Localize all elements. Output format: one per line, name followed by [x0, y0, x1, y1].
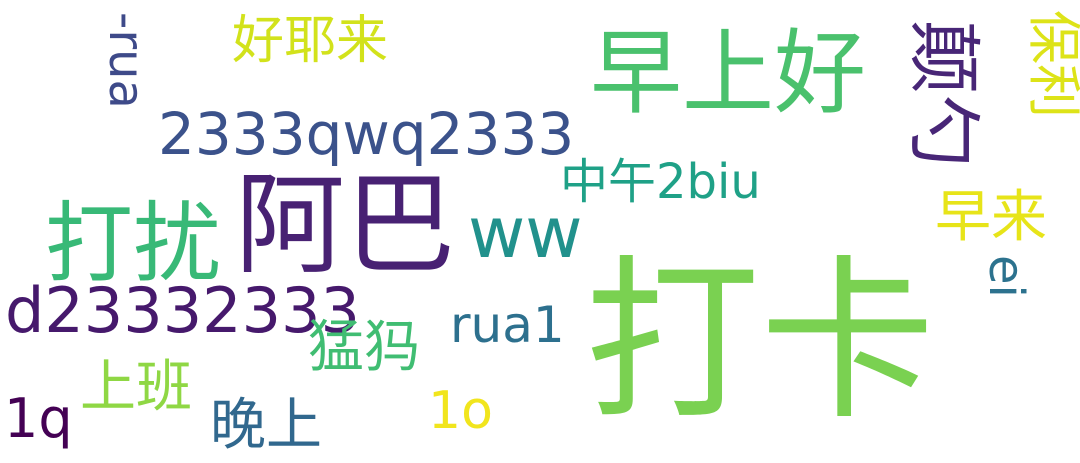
word-dianshao: 颠勺: [900, 20, 986, 168]
word-cloud: 打卡 早上好 阿巴 打扰 ww 2333qwq2333 d23332333 颠勺…: [0, 0, 1080, 463]
word-dash-rua: -rua: [98, 12, 154, 109]
word-1o: 1o: [428, 381, 493, 441]
word-d23332333: d23332333: [5, 274, 360, 347]
word-ei: ei: [978, 255, 1034, 298]
word-zhongwu2biu: 中午2biu: [560, 154, 761, 210]
word-baoli: 保利: [1022, 10, 1080, 118]
word-shangban: 上班: [80, 355, 192, 420]
word-daka: 打卡: [585, 241, 935, 444]
word-2333qwq2333: 2333qwq2333: [158, 100, 575, 168]
word-haoyelai: 好耶来: [232, 11, 389, 71]
word-mengma: 猛犸: [308, 315, 420, 380]
word-wanshang: 晚上: [210, 393, 322, 458]
word-zaolai: 早来: [935, 185, 1047, 250]
word-zaoshanghao: 早上好: [590, 20, 867, 127]
word-aba: 阿巴: [235, 161, 455, 289]
word-1q: 1q: [4, 387, 73, 450]
word-rua1: rua1: [450, 296, 565, 354]
